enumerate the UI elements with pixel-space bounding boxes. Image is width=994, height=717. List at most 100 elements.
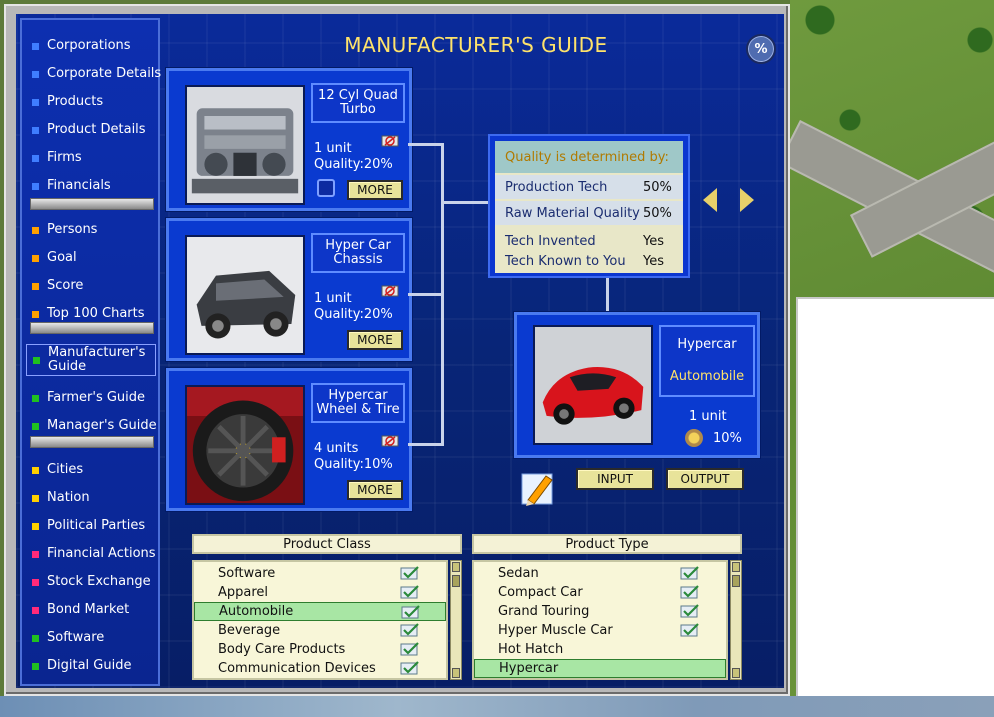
sidebar-item-stock-exchange[interactable]: Stock Exchange bbox=[26, 570, 156, 594]
input-name[interactable]: 12 Cyl Quad Turbo bbox=[311, 83, 405, 123]
sidebar-item-label: Stock Exchange bbox=[47, 574, 151, 589]
sidebar-item-label: Bond Market bbox=[47, 602, 130, 617]
product-type-list[interactable]: Sedan Compact Car Grand Touring Hyper Muscl… bbox=[472, 560, 728, 680]
more-button[interactable]: MORE bbox=[347, 180, 403, 200]
input-card-engine: 12 Cyl Quad Turbo 1 unit Quality:20% MOR… bbox=[165, 67, 413, 212]
bullet-square-icon bbox=[32, 254, 39, 262]
sidebar-item-bond-market[interactable]: Bond Market bbox=[26, 598, 156, 622]
product-class-list[interactable]: Software Apparel Automobile Beverage Body Ca… bbox=[192, 560, 448, 680]
sidebar-item-products[interactable]: Products bbox=[26, 90, 156, 114]
sidebar-item-goal[interactable]: Goal bbox=[26, 246, 156, 270]
list-item-label: Apparel bbox=[218, 585, 269, 600]
list-item[interactable]: Hyper Muscle Car bbox=[474, 621, 726, 640]
input-select-checkbox[interactable] bbox=[317, 179, 335, 197]
next-arrow-icon[interactable] bbox=[740, 188, 754, 212]
sidebar-divider bbox=[30, 322, 154, 334]
check-icon bbox=[400, 642, 419, 656]
sidebar-item-label: Persons bbox=[47, 222, 98, 237]
hypercar-image bbox=[533, 325, 653, 445]
input-name[interactable]: Hypercar Wheel & Tire bbox=[311, 383, 405, 423]
side-info-panel bbox=[796, 297, 994, 697]
scroll-thumb[interactable] bbox=[732, 575, 740, 587]
output-button[interactable]: OUTPUT bbox=[666, 468, 744, 490]
quality-row-value: Yes bbox=[643, 253, 664, 269]
sidebar-item-political-parties[interactable]: Political Parties bbox=[26, 514, 156, 538]
scroll-thumb[interactable] bbox=[452, 575, 460, 587]
sidebar-item-persons[interactable]: Persons bbox=[26, 218, 156, 242]
sidebar-item-corporations[interactable]: Corporations bbox=[26, 34, 156, 58]
output-product-name: Hypercar bbox=[677, 337, 737, 352]
connector-line bbox=[408, 143, 444, 146]
sidebar-item-label: Top 100 Charts bbox=[47, 306, 145, 321]
bullet-square-icon bbox=[32, 422, 39, 430]
output-units: 1 unit bbox=[689, 409, 727, 424]
input-name[interactable]: Hyper Car Chassis bbox=[311, 233, 405, 273]
quality-row-label: Tech Invented bbox=[505, 233, 596, 249]
scroll-up-icon[interactable] bbox=[732, 562, 740, 572]
sidebar-item-product-details[interactable]: Product Details bbox=[26, 118, 156, 142]
scroll-up-icon[interactable] bbox=[452, 562, 460, 572]
sidebar-item-farmer-s-guide[interactable]: Farmer's Guide bbox=[26, 386, 156, 410]
sidebar-item-financial-actions[interactable]: Financial Actions bbox=[26, 542, 156, 566]
wheel-image bbox=[185, 385, 305, 505]
sidebar-item-cities[interactable]: Cities bbox=[26, 458, 156, 482]
sidebar-item-label: Manufacturer's Guide bbox=[48, 345, 146, 374]
more-button[interactable]: MORE bbox=[347, 330, 403, 350]
sidebar-item-score[interactable]: Score bbox=[26, 274, 156, 298]
percent-badge-button[interactable]: % bbox=[746, 34, 776, 64]
list-item[interactable]: Hot Hatch bbox=[474, 640, 726, 659]
bullet-square-icon bbox=[32, 126, 39, 134]
output-product-card: Hypercar Automobile 1 unit 10% bbox=[513, 311, 761, 459]
input-card-chassis: Hyper Car Chassis 1 unit Quality:20% MOR… bbox=[165, 217, 413, 362]
sidebar-divider bbox=[30, 198, 154, 210]
list-item[interactable]: Compact Car bbox=[474, 583, 726, 602]
bullet-square-icon bbox=[33, 356, 40, 364]
scroll-down-icon[interactable] bbox=[732, 668, 740, 678]
map-bottom-strip bbox=[0, 696, 994, 717]
list-item[interactable]: Body Care Products bbox=[194, 640, 446, 659]
sidebar-item-financials[interactable]: Financials bbox=[26, 174, 156, 198]
list-item[interactable]: Sedan bbox=[474, 564, 726, 583]
quality-determinants-panel: Quality is determined by: Production Tec… bbox=[488, 134, 690, 278]
input-button[interactable]: INPUT bbox=[576, 468, 654, 490]
pencil-icon[interactable] bbox=[520, 468, 556, 508]
sidebar-item-manager-s-guide[interactable]: Manager's Guide bbox=[26, 414, 157, 438]
list-item[interactable]: Hypercar bbox=[474, 659, 726, 678]
sidebar-item-corporate-details[interactable]: Corporate Details bbox=[26, 62, 161, 86]
list-item-label: Compact Car bbox=[498, 585, 583, 600]
page-title: MANUFACTURER'S GUIDE bbox=[344, 33, 608, 57]
scroll-down-icon[interactable] bbox=[452, 668, 460, 678]
product-class-scrollbar[interactable] bbox=[450, 560, 462, 680]
engine-image bbox=[185, 85, 305, 205]
sidebar-item-label: Digital Guide bbox=[47, 658, 132, 673]
product-type-scrollbar[interactable] bbox=[730, 560, 742, 680]
bullet-square-icon bbox=[32, 42, 39, 50]
previous-arrow-icon[interactable] bbox=[703, 188, 717, 212]
sidebar-item-digital-guide[interactable]: Digital Guide bbox=[26, 654, 156, 678]
output-name-box[interactable]: Hypercar Automobile bbox=[659, 325, 755, 397]
sidebar-item-firms[interactable]: Firms bbox=[26, 146, 156, 170]
list-item-label: Hypercar bbox=[499, 661, 559, 676]
check-icon bbox=[400, 585, 419, 599]
sidebar-item-label: Financial Actions bbox=[47, 546, 156, 561]
list-item[interactable]: Automobile bbox=[194, 602, 446, 621]
list-item-label: Grand Touring bbox=[498, 604, 590, 619]
quality-row: Tech Known to You Yes bbox=[495, 249, 683, 273]
list-item[interactable]: Beverage bbox=[194, 621, 446, 640]
sidebar-item-software[interactable]: Software bbox=[26, 626, 156, 650]
bullet-square-icon bbox=[32, 394, 39, 402]
bullet-square-icon bbox=[32, 662, 39, 670]
list-item[interactable]: Communication Devices bbox=[194, 659, 446, 678]
list-item[interactable]: Software bbox=[194, 564, 446, 583]
sidebar-item-label: Farmer's Guide bbox=[47, 390, 146, 405]
list-item[interactable]: Grand Touring bbox=[474, 602, 726, 621]
manufacturers-guide-window: Corporations Corporate Details Products Pro… bbox=[4, 4, 790, 696]
input-units: 1 unit bbox=[314, 141, 352, 156]
list-item[interactable]: Apparel bbox=[194, 583, 446, 602]
sidebar-item-nation[interactable]: Nation bbox=[26, 486, 156, 510]
check-icon bbox=[680, 604, 699, 618]
sidebar-item-manufacturer-s-guide[interactable]: Manufacturer's Guide bbox=[26, 344, 156, 376]
quality-row: Raw Material Quality 50% bbox=[495, 201, 683, 225]
list-item-label: Body Care Products bbox=[218, 642, 346, 657]
more-button[interactable]: MORE bbox=[347, 480, 403, 500]
